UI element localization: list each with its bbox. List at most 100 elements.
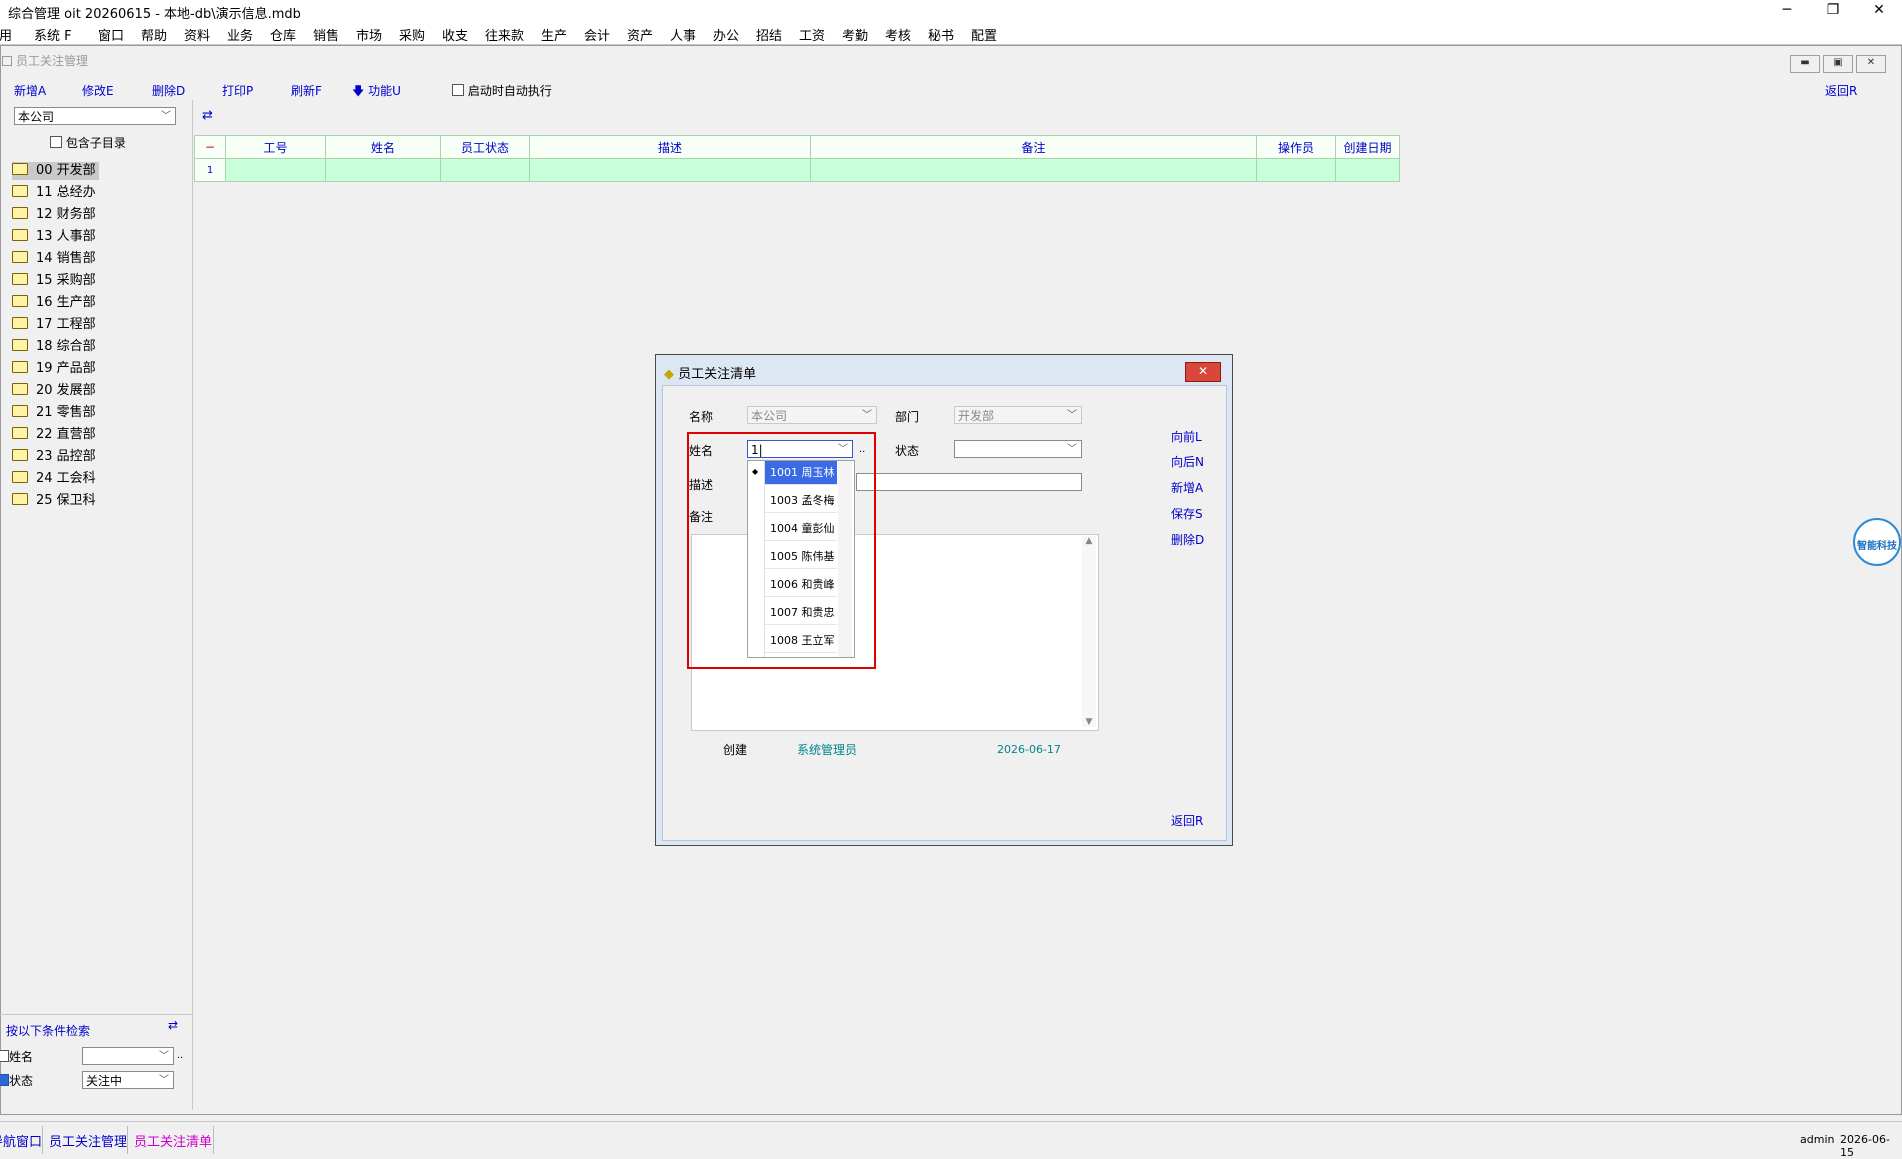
tree-item[interactable]: 19 产品部 (12, 360, 96, 378)
auto-run-option[interactable]: 启动时自动执行 (452, 82, 552, 99)
print-button[interactable]: 打印P (222, 82, 253, 99)
grid-cell[interactable] (325, 158, 441, 182)
brand-badge[interactable]: 智能科技 (1853, 518, 1901, 566)
company-field[interactable]: 本公司 ﹀ (747, 406, 877, 424)
menu-item-recruit[interactable]: 招结 (756, 25, 782, 44)
menu-item-warehouse[interactable]: 仓库 (270, 25, 296, 44)
menu-item-salary[interactable]: 工资 (799, 25, 825, 44)
tab-navigation[interactable]: 导航窗口 (0, 1131, 42, 1150)
remark-scrollbar[interactable]: ▲ ▼ (1082, 536, 1096, 727)
menu-item-purchase[interactable]: 采购 (399, 25, 425, 44)
tree-item[interactable]: 13 人事部 (12, 228, 96, 246)
grid-header-status[interactable]: 员工状态 (440, 135, 530, 159)
scroll-up-icon[interactable]: ▲ (1082, 536, 1096, 546)
return-button[interactable]: 返回R (1825, 82, 1857, 99)
dialog-return-button[interactable]: 返回R (1171, 812, 1203, 829)
table-row[interactable]: 1 (194, 158, 1400, 182)
tab-staff-list[interactable]: 员工关注清单 (134, 1131, 212, 1150)
grid-header-id[interactable]: 工号 (225, 135, 326, 159)
tree-item[interactable]: 11 总经办 (12, 184, 96, 202)
grid-header-operator[interactable]: 操作员 (1256, 135, 1336, 159)
child-close-button[interactable]: ✕ (1856, 55, 1886, 73)
dialog-new-button[interactable]: 新增A (1171, 479, 1203, 496)
grid-cell[interactable] (1256, 158, 1336, 182)
search-status-option[interactable]: 状态 (0, 1072, 33, 1089)
scroll-down-icon[interactable]: ▼ (1082, 717, 1096, 727)
menu-item-attendance[interactable]: 考勤 (842, 25, 868, 44)
refresh-button[interactable]: 刷新F (291, 82, 322, 99)
swap-icon[interactable]: ⇄ (168, 1018, 178, 1032)
tree-item[interactable]: 14 销售部 (12, 250, 96, 268)
menu-item-system[interactable]: 系统 F (34, 25, 72, 44)
grid-header-collapse[interactable]: − (194, 135, 226, 159)
menu-item-help[interactable]: 帮助 (141, 25, 167, 44)
swap-icon[interactable]: ⇄ (202, 108, 213, 123)
tree-item[interactable]: 17 工程部 (12, 316, 96, 334)
company-combo[interactable]: 本公司 ﹀ (14, 107, 176, 125)
auto-run-checkbox[interactable] (452, 84, 464, 96)
maximize-button[interactable]: ❐ (1810, 0, 1856, 22)
tree-item[interactable]: 23 品控部 (12, 448, 96, 466)
grid-header-created[interactable]: 创建日期 (1335, 135, 1400, 159)
menu-item-hr[interactable]: 人事 (670, 25, 696, 44)
include-sub-option[interactable]: 包含子目录 (50, 134, 126, 151)
tree-item[interactable]: 25 保卫科 (12, 492, 96, 510)
prev-button[interactable]: 向前L (1171, 428, 1202, 445)
tree-item[interactable]: 24 工会科 (12, 470, 96, 488)
search-status-combo[interactable]: 关注中 ﹀ (82, 1071, 174, 1089)
menu-item-review[interactable]: 考核 (885, 25, 911, 44)
menu-item-office[interactable]: 办公 (713, 25, 739, 44)
search-name-dots[interactable]: .. (177, 1050, 183, 1061)
minimize-button[interactable]: ─ (1764, 0, 1810, 22)
tree-item[interactable]: 18 综合部 (12, 338, 96, 356)
menu-item-market[interactable]: 市场 (356, 25, 382, 44)
tree-item[interactable]: 16 生产部 (12, 294, 96, 312)
tree-item[interactable]: 00 开发部 (12, 162, 99, 180)
menu-item-config[interactable]: 配置 (971, 25, 997, 44)
search-name-option[interactable]: 姓名 (0, 1048, 33, 1065)
delete-button[interactable]: 删除D (152, 82, 185, 99)
tree-item[interactable]: 21 零售部 (12, 404, 96, 422)
include-sub-checkbox[interactable] (50, 136, 62, 148)
grid-cell[interactable] (810, 158, 1257, 182)
menu-item-assets[interactable]: 资产 (627, 25, 653, 44)
menu-item-income[interactable]: 收支 (442, 25, 468, 44)
tree-item[interactable]: 22 直营部 (12, 426, 96, 444)
grid-header-desc[interactable]: 描述 (529, 135, 811, 159)
menu-item-sales[interactable]: 销售 (313, 25, 339, 44)
menu-item-data[interactable]: 资料 (184, 25, 210, 44)
grid-cell[interactable] (440, 158, 530, 182)
menu-item-production[interactable]: 生产 (541, 25, 567, 44)
menu-item-common[interactable]: 常用 (0, 25, 12, 44)
grid-cell[interactable] (529, 158, 811, 182)
search-status-checkbox[interactable] (0, 1074, 9, 1086)
dialog-delete-button[interactable]: 删除D (1171, 531, 1204, 548)
menu-item-accounts[interactable]: 往来款 (485, 25, 524, 44)
menu-item-secretary[interactable]: 秘书 (928, 25, 954, 44)
menu-item-accounting[interactable]: 会计 (584, 25, 610, 44)
tree-item[interactable]: 15 采购部 (12, 272, 96, 290)
function-button[interactable]: 🡇 功能U (352, 82, 401, 103)
child-restore-button[interactable]: ▣ (1823, 55, 1853, 73)
dept-field[interactable]: 开发部 ﹀ (954, 406, 1082, 424)
dialog-save-button[interactable]: 保存S (1171, 505, 1203, 522)
search-name-checkbox[interactable] (0, 1050, 9, 1062)
menu-item-business[interactable]: 业务 (227, 25, 253, 44)
search-name-combo[interactable]: ﹀ (82, 1047, 174, 1065)
next-button[interactable]: 向后N (1171, 453, 1204, 470)
grid-cell[interactable] (225, 158, 326, 182)
desc-field[interactable] (856, 473, 1082, 491)
tab-staff-management[interactable]: 员工关注管理 (49, 1131, 127, 1150)
tree-item[interactable]: 20 发展部 (12, 382, 96, 400)
status-field[interactable]: ﹀ (954, 440, 1082, 458)
grid-header-remark[interactable]: 备注 (810, 135, 1257, 159)
close-button[interactable]: ✕ (1856, 0, 1902, 22)
grid-cell[interactable] (1335, 158, 1400, 182)
new-button[interactable]: 新增A (14, 82, 46, 99)
child-minimize-button[interactable]: ▬ (1790, 55, 1820, 73)
menu-item-window[interactable]: 窗口 (98, 25, 124, 44)
grid-header-name[interactable]: 姓名 (325, 135, 441, 159)
dialog-close-button[interactable]: ✕ (1185, 362, 1221, 382)
tree-item[interactable]: 12 财务部 (12, 206, 96, 224)
edit-button[interactable]: 修改E (82, 82, 114, 99)
